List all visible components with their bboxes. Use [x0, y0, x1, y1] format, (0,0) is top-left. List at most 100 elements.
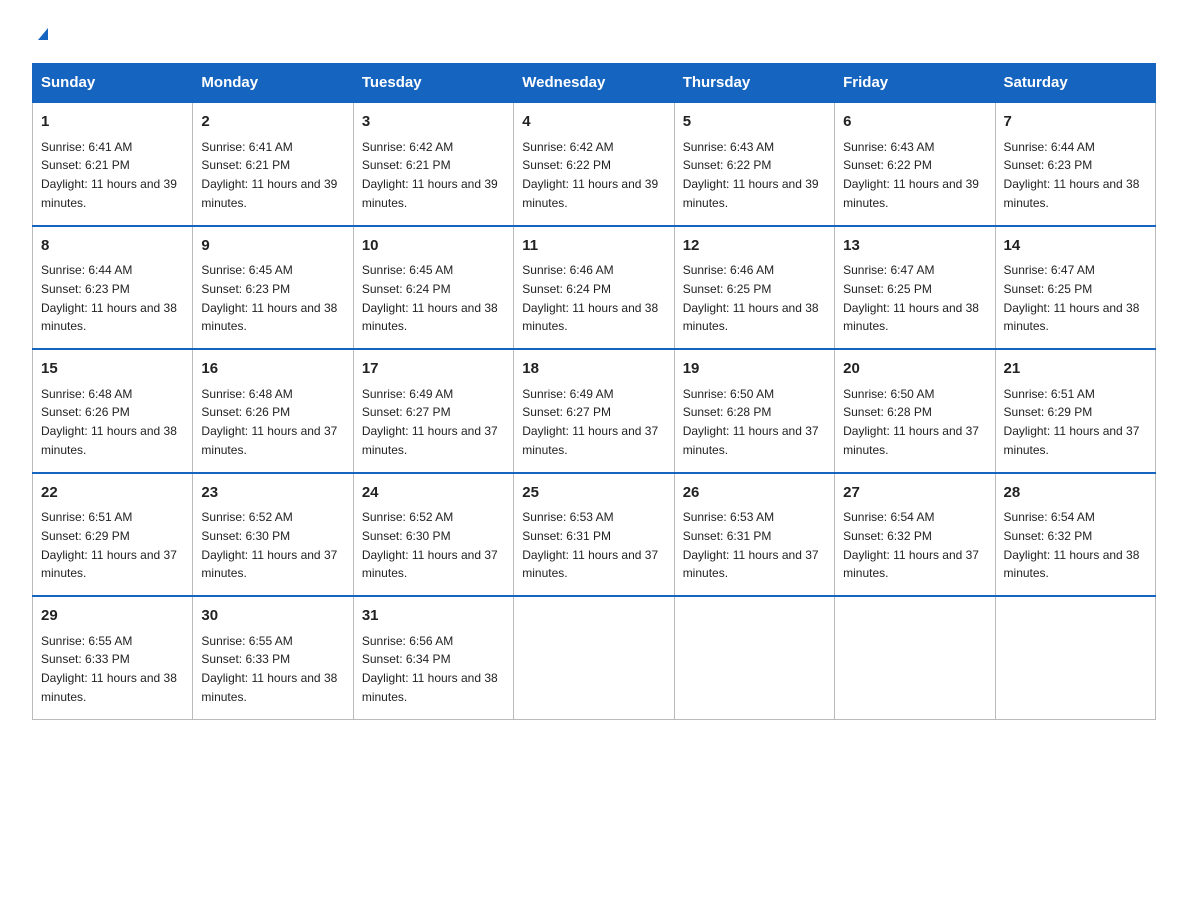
day-info: Sunrise: 6:44 AMSunset: 6:23 PMDaylight:…: [41, 263, 177, 333]
logo: [32, 24, 52, 47]
calendar-week-row: 1 Sunrise: 6:41 AMSunset: 6:21 PMDayligh…: [33, 102, 1156, 226]
calendar-table: SundayMondayTuesdayWednesdayThursdayFrid…: [32, 63, 1156, 720]
day-info: Sunrise: 6:43 AMSunset: 6:22 PMDaylight:…: [843, 140, 979, 210]
calendar-header-monday: Monday: [193, 64, 353, 103]
day-info: Sunrise: 6:47 AMSunset: 6:25 PMDaylight:…: [1004, 263, 1140, 333]
calendar-header-saturday: Saturday: [995, 64, 1155, 103]
calendar-cell: 22 Sunrise: 6:51 AMSunset: 6:29 PMDaylig…: [33, 473, 193, 597]
calendar-cell: 29 Sunrise: 6:55 AMSunset: 6:33 PMDaylig…: [33, 596, 193, 719]
calendar-cell: 6 Sunrise: 6:43 AMSunset: 6:22 PMDayligh…: [835, 102, 995, 226]
calendar-cell: 25 Sunrise: 6:53 AMSunset: 6:31 PMDaylig…: [514, 473, 674, 597]
day-number: 17: [362, 358, 505, 381]
day-number: 3: [362, 111, 505, 134]
day-number: 30: [201, 605, 344, 628]
day-info: Sunrise: 6:51 AMSunset: 6:29 PMDaylight:…: [1004, 387, 1140, 457]
calendar-header-thursday: Thursday: [674, 64, 834, 103]
calendar-week-row: 8 Sunrise: 6:44 AMSunset: 6:23 PMDayligh…: [33, 226, 1156, 350]
day-number: 12: [683, 235, 826, 258]
day-info: Sunrise: 6:47 AMSunset: 6:25 PMDaylight:…: [843, 263, 979, 333]
day-number: 2: [201, 111, 344, 134]
day-info: Sunrise: 6:48 AMSunset: 6:26 PMDaylight:…: [41, 387, 177, 457]
logo-triangle-icon: [34, 24, 52, 42]
day-number: 9: [201, 235, 344, 258]
day-number: 31: [362, 605, 505, 628]
day-number: 22: [41, 482, 184, 505]
calendar-header-wednesday: Wednesday: [514, 64, 674, 103]
calendar-cell: [835, 596, 995, 719]
day-info: Sunrise: 6:46 AMSunset: 6:25 PMDaylight:…: [683, 263, 819, 333]
day-number: 20: [843, 358, 986, 381]
day-number: 19: [683, 358, 826, 381]
day-number: 14: [1004, 235, 1147, 258]
calendar-cell: 30 Sunrise: 6:55 AMSunset: 6:33 PMDaylig…: [193, 596, 353, 719]
day-info: Sunrise: 6:56 AMSunset: 6:34 PMDaylight:…: [362, 634, 498, 704]
day-number: 29: [41, 605, 184, 628]
day-info: Sunrise: 6:41 AMSunset: 6:21 PMDaylight:…: [201, 140, 337, 210]
day-info: Sunrise: 6:55 AMSunset: 6:33 PMDaylight:…: [41, 634, 177, 704]
calendar-cell: 16 Sunrise: 6:48 AMSunset: 6:26 PMDaylig…: [193, 349, 353, 473]
day-number: 25: [522, 482, 665, 505]
day-info: Sunrise: 6:44 AMSunset: 6:23 PMDaylight:…: [1004, 140, 1140, 210]
day-info: Sunrise: 6:52 AMSunset: 6:30 PMDaylight:…: [362, 510, 498, 580]
day-number: 26: [683, 482, 826, 505]
day-info: Sunrise: 6:53 AMSunset: 6:31 PMDaylight:…: [522, 510, 658, 580]
day-number: 11: [522, 235, 665, 258]
calendar-cell: 8 Sunrise: 6:44 AMSunset: 6:23 PMDayligh…: [33, 226, 193, 350]
day-info: Sunrise: 6:45 AMSunset: 6:24 PMDaylight:…: [362, 263, 498, 333]
calendar-week-row: 15 Sunrise: 6:48 AMSunset: 6:26 PMDaylig…: [33, 349, 1156, 473]
calendar-header-tuesday: Tuesday: [353, 64, 513, 103]
calendar-cell: 31 Sunrise: 6:56 AMSunset: 6:34 PMDaylig…: [353, 596, 513, 719]
calendar-cell: 10 Sunrise: 6:45 AMSunset: 6:24 PMDaylig…: [353, 226, 513, 350]
day-number: 13: [843, 235, 986, 258]
day-number: 21: [1004, 358, 1147, 381]
calendar-cell: 12 Sunrise: 6:46 AMSunset: 6:25 PMDaylig…: [674, 226, 834, 350]
day-number: 27: [843, 482, 986, 505]
calendar-cell: 28 Sunrise: 6:54 AMSunset: 6:32 PMDaylig…: [995, 473, 1155, 597]
day-info: Sunrise: 6:51 AMSunset: 6:29 PMDaylight:…: [41, 510, 177, 580]
calendar-cell: 9 Sunrise: 6:45 AMSunset: 6:23 PMDayligh…: [193, 226, 353, 350]
calendar-week-row: 29 Sunrise: 6:55 AMSunset: 6:33 PMDaylig…: [33, 596, 1156, 719]
day-number: 24: [362, 482, 505, 505]
calendar-cell: 23 Sunrise: 6:52 AMSunset: 6:30 PMDaylig…: [193, 473, 353, 597]
day-info: Sunrise: 6:42 AMSunset: 6:22 PMDaylight:…: [522, 140, 658, 210]
day-info: Sunrise: 6:53 AMSunset: 6:31 PMDaylight:…: [683, 510, 819, 580]
calendar-cell: [514, 596, 674, 719]
calendar-cell: 11 Sunrise: 6:46 AMSunset: 6:24 PMDaylig…: [514, 226, 674, 350]
calendar-header-row: SundayMondayTuesdayWednesdayThursdayFrid…: [33, 64, 1156, 103]
day-number: 4: [522, 111, 665, 134]
calendar-cell: 2 Sunrise: 6:41 AMSunset: 6:21 PMDayligh…: [193, 102, 353, 226]
day-info: Sunrise: 6:43 AMSunset: 6:22 PMDaylight:…: [683, 140, 819, 210]
day-number: 23: [201, 482, 344, 505]
day-info: Sunrise: 6:46 AMSunset: 6:24 PMDaylight:…: [522, 263, 658, 333]
day-info: Sunrise: 6:50 AMSunset: 6:28 PMDaylight:…: [683, 387, 819, 457]
calendar-cell: 14 Sunrise: 6:47 AMSunset: 6:25 PMDaylig…: [995, 226, 1155, 350]
day-info: Sunrise: 6:50 AMSunset: 6:28 PMDaylight:…: [843, 387, 979, 457]
calendar-week-row: 22 Sunrise: 6:51 AMSunset: 6:29 PMDaylig…: [33, 473, 1156, 597]
calendar-header-friday: Friday: [835, 64, 995, 103]
day-number: 6: [843, 111, 986, 134]
calendar-cell: 24 Sunrise: 6:52 AMSunset: 6:30 PMDaylig…: [353, 473, 513, 597]
day-number: 8: [41, 235, 184, 258]
day-info: Sunrise: 6:49 AMSunset: 6:27 PMDaylight:…: [362, 387, 498, 457]
day-number: 10: [362, 235, 505, 258]
day-number: 7: [1004, 111, 1147, 134]
calendar-cell: 13 Sunrise: 6:47 AMSunset: 6:25 PMDaylig…: [835, 226, 995, 350]
day-number: 28: [1004, 482, 1147, 505]
day-info: Sunrise: 6:54 AMSunset: 6:32 PMDaylight:…: [843, 510, 979, 580]
calendar-cell: 19 Sunrise: 6:50 AMSunset: 6:28 PMDaylig…: [674, 349, 834, 473]
calendar-cell: [995, 596, 1155, 719]
day-info: Sunrise: 6:48 AMSunset: 6:26 PMDaylight:…: [201, 387, 337, 457]
calendar-cell: 1 Sunrise: 6:41 AMSunset: 6:21 PMDayligh…: [33, 102, 193, 226]
calendar-cell: 5 Sunrise: 6:43 AMSunset: 6:22 PMDayligh…: [674, 102, 834, 226]
calendar-cell: 17 Sunrise: 6:49 AMSunset: 6:27 PMDaylig…: [353, 349, 513, 473]
calendar-cell: 20 Sunrise: 6:50 AMSunset: 6:28 PMDaylig…: [835, 349, 995, 473]
day-info: Sunrise: 6:42 AMSunset: 6:21 PMDaylight:…: [362, 140, 498, 210]
day-number: 18: [522, 358, 665, 381]
calendar-cell: 3 Sunrise: 6:42 AMSunset: 6:21 PMDayligh…: [353, 102, 513, 226]
calendar-cell: 21 Sunrise: 6:51 AMSunset: 6:29 PMDaylig…: [995, 349, 1155, 473]
day-number: 1: [41, 111, 184, 134]
day-number: 16: [201, 358, 344, 381]
calendar-cell: 18 Sunrise: 6:49 AMSunset: 6:27 PMDaylig…: [514, 349, 674, 473]
calendar-cell: 15 Sunrise: 6:48 AMSunset: 6:26 PMDaylig…: [33, 349, 193, 473]
calendar-cell: 4 Sunrise: 6:42 AMSunset: 6:22 PMDayligh…: [514, 102, 674, 226]
